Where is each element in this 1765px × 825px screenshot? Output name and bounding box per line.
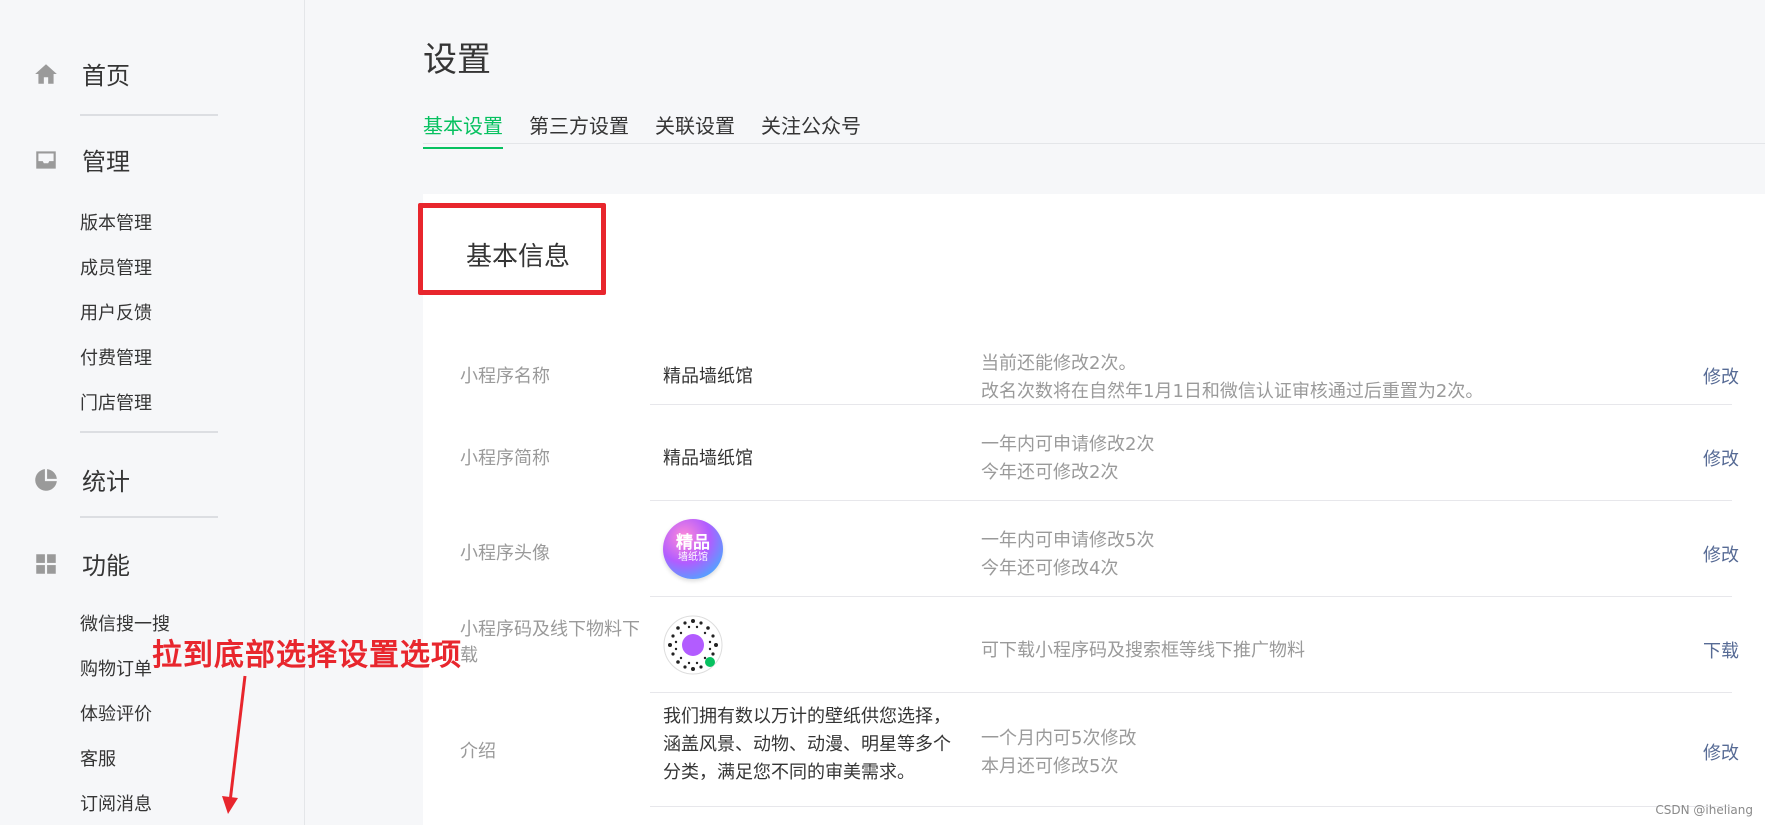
intro-line: 涵盖风景、动物、动漫、明星等多个 — [663, 734, 951, 755]
sidebar-item-version[interactable]: 版本管理 — [80, 209, 152, 235]
nav-stats-label: 统计 — [82, 468, 130, 496]
sidebar-item-members[interactable]: 成员管理 — [80, 254, 152, 280]
row-tip: 一年内可申请修改5次 — [981, 530, 1155, 551]
row-tip: 改名次数将在自然年1月1日和微信认证审核通过后重置为2次。 — [981, 381, 1484, 402]
row-label: 介绍 — [460, 741, 496, 762]
row-label: 小程序码及线下物料下载 — [460, 619, 640, 666]
row-label: 小程序头像 — [460, 543, 550, 564]
avatar-image: 精品 墙纸馆 — [663, 519, 723, 579]
nav-manage[interactable]: 管理 — [32, 142, 130, 177]
avatar-text: 墙纸馆 — [678, 552, 708, 563]
qrcode — [663, 615, 723, 684]
nav-manage-label: 管理 — [82, 148, 130, 176]
nav-home[interactable]: 首页 — [32, 56, 130, 91]
sidebar-divider — [80, 114, 218, 116]
row-tip: 可下载小程序码及搜索框等线下推广物料 — [981, 640, 1305, 661]
arrow-icon — [222, 675, 247, 814]
row-value: 精品墙纸馆 — [663, 366, 753, 387]
qrcode-icon — [663, 615, 723, 675]
sidebar-item-reviews[interactable]: 体验评价 — [80, 700, 152, 726]
edit-short-name-link[interactable]: 修改 — [1703, 445, 1739, 471]
row-label: 小程序简称 — [460, 448, 550, 469]
home-icon — [32, 60, 60, 88]
nav-features-label: 功能 — [82, 552, 130, 580]
main-content: 设置 基本设置 第三方设置 关联设置 关注公众号 基本信息 小程序名称 精品墙纸… — [305, 0, 1765, 825]
sidebar-item-stores[interactable]: 门店管理 — [80, 389, 152, 415]
sidebar-divider — [80, 431, 218, 433]
row-tip: 当前还能修改2次。 — [981, 353, 1137, 374]
table-row: 介绍 我们拥有数以万计的壁纸供您选择， 涵盖风景、动物、动漫、明星等多个 分类，… — [423, 693, 1765, 809]
highlight-box — [418, 203, 606, 295]
nav-features[interactable]: 功能 — [32, 546, 130, 581]
row-divider — [650, 806, 1732, 807]
row-label: 小程序名称 — [460, 366, 550, 387]
table-row: 小程序简称 精品墙纸馆 一年内可申请修改2次 今年还可修改2次 修改 — [423, 405, 1765, 501]
nav-home-label: 首页 — [82, 62, 130, 90]
tabs-divider — [423, 143, 1765, 144]
row-tip: 一年内可申请修改2次 — [981, 434, 1155, 455]
avatar: 精品 墙纸馆 — [663, 519, 723, 579]
edit-avatar-link[interactable]: 修改 — [1703, 541, 1739, 567]
sidebar-item-customer-service[interactable]: 客服 — [80, 745, 116, 771]
annotation-text: 拉到底部选择设置选项 — [152, 638, 462, 673]
inbox-icon — [32, 146, 60, 174]
sidebar-item-payment[interactable]: 付费管理 — [80, 344, 152, 370]
nav-stats[interactable]: 统计 — [32, 462, 130, 497]
row-tip: 今年还可修改2次 — [981, 462, 1119, 483]
intro-text: 我们拥有数以万计的壁纸供您选择， 涵盖风景、动物、动漫、明星等多个 分类，满足您… — [663, 703, 963, 787]
intro-line: 分类，满足您不同的审美需求。 — [663, 762, 915, 783]
grid-icon — [32, 550, 60, 578]
sidebar-item-feedback[interactable]: 用户反馈 — [80, 299, 152, 325]
row-value: 精品墙纸馆 — [663, 448, 753, 469]
sidebar: 首页 管理 版本管理 成员管理 用户反馈 付费管理 门店管理 统计 功能 微信搜… — [0, 0, 305, 825]
sidebar-item-orders[interactable]: 购物订单 — [80, 655, 152, 681]
sidebar-item-subscriptions[interactable]: 订阅消息 — [80, 790, 152, 816]
pie-chart-icon — [32, 466, 60, 494]
avatar-text: 精品 — [676, 533, 710, 553]
table-row: 小程序头像 精品 墙纸馆 一年内可申请修改5次 今年还可修改4次 修改 — [423, 501, 1765, 597]
basic-info-panel: 基本信息 小程序名称 精品墙纸馆 当前还能修改2次。 改名次数将在自然年1月1日… — [423, 194, 1765, 825]
sidebar-divider — [80, 516, 218, 518]
row-tip: 本月还可修改5次 — [981, 756, 1119, 777]
page-title: 设置 — [423, 40, 491, 80]
intro-line: 我们拥有数以万计的壁纸供您选择， — [663, 706, 951, 727]
watermark: CSDN @iheliang — [1655, 803, 1753, 817]
edit-intro-link[interactable]: 修改 — [1703, 739, 1739, 765]
table-row: 小程序码及线下物料下载 可下载小程序码及搜索框等线下推广物料 下载 — [423, 597, 1765, 693]
download-materials-link[interactable]: 下载 — [1703, 637, 1739, 663]
row-tip: 今年还可修改4次 — [981, 558, 1119, 579]
row-tip: 一个月内可5次修改 — [981, 728, 1137, 749]
edit-name-link[interactable]: 修改 — [1703, 363, 1739, 389]
